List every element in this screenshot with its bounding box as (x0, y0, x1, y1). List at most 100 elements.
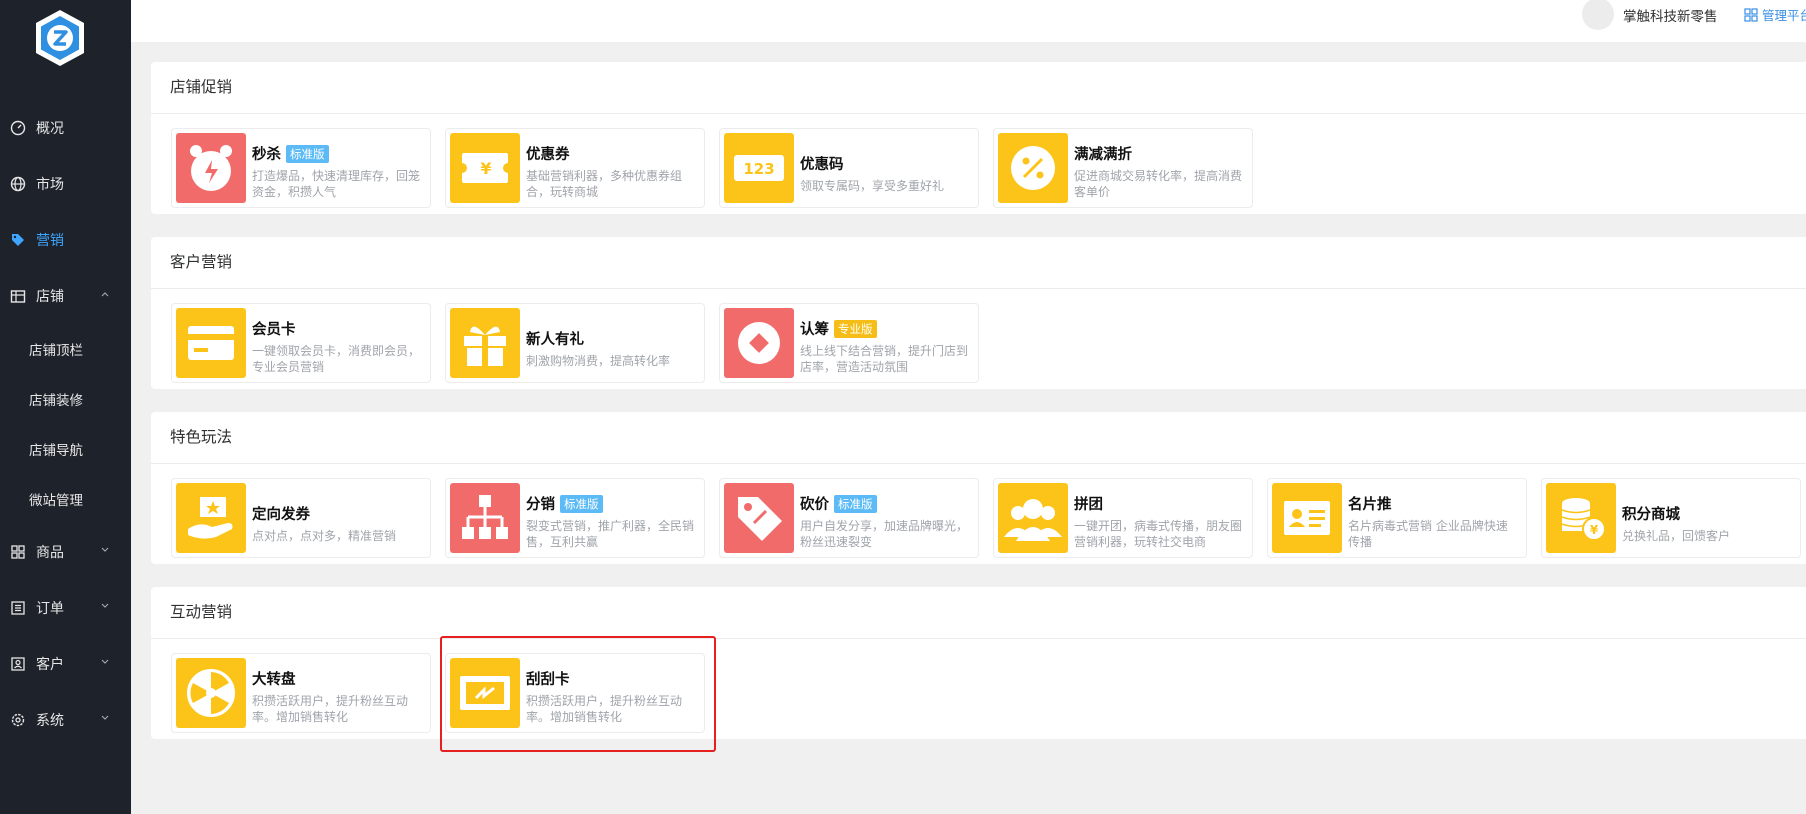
price-tag-icon (724, 483, 794, 553)
section-title: 店铺促销 (151, 62, 1806, 114)
sidebar-item-label: 订单 (36, 601, 64, 617)
card-title: 秒杀 (252, 147, 281, 163)
code-123-icon: 123 (724, 133, 794, 203)
card-business-card-push[interactable]: 名片推 名片病毒式营销 企业品牌快速传播 (1267, 478, 1527, 558)
section-featured-play: 特色玩法 定向发券 点对点，点对多，精准营销 分销 标准版 裂变式营销，推广利器，… (151, 412, 1806, 564)
card-title: 优惠码 (800, 157, 844, 173)
card-title: 满减满折 (1074, 147, 1132, 163)
svg-text:¥: ¥ (1590, 523, 1599, 537)
group-icon (998, 483, 1068, 553)
globe-icon (10, 176, 26, 192)
coupon-icon: ¥ (450, 133, 520, 203)
card-description: 基础营销利器，多种优惠券组合，玩转商城 (526, 169, 683, 199)
user-icon (11, 657, 25, 671)
card-promo-code[interactable]: 123 优惠码 领取专属码，享受多重好礼 (719, 128, 979, 208)
sidebar-item-label: 客户 (36, 657, 64, 673)
grid-icon (11, 545, 25, 559)
card-member-card[interactable]: 会员卡 一键领取会员卡，消费即会员，专业会员营销 (171, 303, 431, 383)
sidebar-subitem-store-decoration[interactable]: 店铺装修 (0, 374, 131, 424)
card-description: 线上线下结合营销，提升门店到店率，营造活动氛围 (800, 344, 969, 374)
card-group-buy[interactable]: 拼团 一键开团，病毒式传播，朋友圈营销利器，玩转社交电商 (993, 478, 1253, 558)
card-description: 名片病毒式营销 企业品牌快速传播 (1348, 519, 1508, 549)
section-title: 特色玩法 (151, 412, 1806, 464)
chevron-up-icon (101, 292, 109, 297)
section-customer-marketing: 客户营销 会员卡 一键领取会员卡，消费即会员，专业会员营销 新人有礼 刺激购物消… (151, 237, 1806, 389)
member-card-icon (176, 308, 246, 378)
card-title: 名片推 (1348, 497, 1392, 513)
card-title: 分销 (526, 497, 555, 513)
diamond-coin-icon (724, 308, 794, 378)
card-description: 用户自发分享，加速品牌曝光，粉丝迅速裂变 (800, 519, 969, 549)
card-distribution[interactable]: 分销 标准版 裂变式营销，推广利器，全民销售，互利共赢 (445, 478, 705, 558)
card-targeted-coupon[interactable]: 定向发券 点对点，点对多，精准营销 (171, 478, 431, 558)
chevron-down-icon (101, 715, 109, 720)
card-title: 会员卡 (252, 322, 296, 338)
section-title: 互动营销 (151, 587, 1806, 639)
top-bar (131, 0, 1806, 42)
admin-platform-link[interactable]: 管理平台 (1744, 5, 1806, 24)
card-description: 积攒活跃用户，提升粉丝互动率。增加销售转化 (526, 694, 683, 724)
sidebar-item-products[interactable]: 商品 (0, 524, 131, 580)
store-icon (10, 290, 26, 303)
chevron-down-icon (101, 603, 109, 608)
sidebar-item-orders[interactable]: 订单 (0, 580, 131, 636)
card-description: 点对点，点对多，精准营销 (252, 529, 397, 543)
svg-text:¥: ¥ (480, 159, 491, 178)
card-title: 定向发券 (252, 507, 310, 523)
card-title: 刮刮卡 (526, 672, 570, 688)
sidebar-item-store[interactable]: 店铺 (0, 268, 131, 324)
card-title: 积分商城 (1622, 507, 1680, 523)
sidebar-item-system[interactable]: 系统 (0, 692, 131, 748)
card-coupon[interactable]: ¥ 优惠券 基础营销利器，多种优惠券组合，玩转商城 (445, 128, 705, 208)
sidebar-item-marketing[interactable]: 营销 (0, 212, 131, 268)
card-description: 积攒活跃用户，提升粉丝互动率。增加销售转化 (252, 694, 409, 724)
card-title: 大转盘 (252, 672, 296, 688)
card-description: 一键开团，病毒式传播，朋友圈营销利器，玩转社交电商 (1074, 519, 1243, 549)
card-big-wheel[interactable]: 大转盘 积攒活跃用户，提升粉丝互动率。增加销售转化 (171, 653, 431, 733)
alarm-clock-icon (176, 133, 246, 203)
coins-icon: ¥ (1546, 483, 1616, 553)
scratch-card-icon (450, 658, 520, 728)
edition-badge: 标准版 (286, 144, 329, 163)
company-name[interactable]: 掌触科技新零售 (1623, 5, 1718, 25)
card-scratch-card[interactable]: 刮刮卡 积攒活跃用户，提升粉丝互动率。增加销售转化 (445, 653, 705, 733)
tag-icon (12, 234, 24, 246)
sidebar-item-market[interactable]: 市场 (0, 156, 131, 212)
sidebar-subitem-store-navigation[interactable]: 店铺导航 (0, 424, 131, 474)
sidebar-item-label: 系统 (36, 713, 64, 729)
sidebar-subitem-store-topbar[interactable]: 店铺顶栏 (0, 324, 131, 374)
percent-badge-icon (998, 133, 1068, 203)
gear-icon (11, 713, 25, 727)
sidebar-item-label: 营销 (36, 233, 64, 249)
sidebar-subitem-microsite[interactable]: 微站管理 (0, 474, 131, 524)
card-bargain[interactable]: 砍价 标准版 用户自发分享，加速品牌曝光，粉丝迅速裂变 (719, 478, 979, 558)
card-title: 砍价 (800, 497, 829, 513)
admin-platform-label: 管理平台 (1762, 8, 1806, 23)
card-description: 促进商城交易转化率，提高消费客单价 (1074, 169, 1243, 199)
list-icon (11, 601, 25, 615)
sidebar-item-customers[interactable]: 客户 (0, 636, 131, 692)
section-interactive-marketing: 互动营销 大转盘 积攒活跃用户，提升粉丝互动率。增加销售转化 刮刮卡 积攒活跃用… (151, 587, 1806, 739)
card-title: 认筹 (800, 322, 829, 338)
card-title: 优惠券 (526, 147, 570, 163)
sidebar-item-label: 商品 (36, 545, 64, 561)
chevron-down-icon (101, 547, 109, 552)
sidebar-item-label: 市场 (36, 177, 64, 193)
card-description: 兑换礼品，回馈客户 (1622, 529, 1731, 543)
card-title: 新人有礼 (526, 332, 584, 348)
dashboard-icon (10, 120, 26, 136)
sidebar-nav: 概况 市场 营销 店铺 店铺顶栏 店铺装修 店铺导航 微站管理 商品 订单 客户… (0, 100, 131, 748)
card-subscription[interactable]: 认筹 专业版 线上线下结合营销，提升门店到店率，营造活动氛围 (719, 303, 979, 383)
card-newcomer-gift[interactable]: 新人有礼 刺激购物消费，提高转化率 (445, 303, 705, 383)
chevron-down-icon (101, 659, 109, 664)
card-flash-sale[interactable]: 秒杀 标准版 打造爆品，快速清理库存，回笼资金，积攒人气 (171, 128, 431, 208)
edition-badge: 标准版 (834, 494, 877, 513)
card-points-mall[interactable]: ¥ 积分商城 兑换礼品，回馈客户 (1541, 478, 1801, 558)
logo-icon[interactable] (34, 8, 86, 68)
sidebar-item-overview[interactable]: 概况 (0, 100, 131, 156)
card-full-reduction[interactable]: 满减满折 促进商城交易转化率，提高消费客单价 (993, 128, 1253, 208)
wheel-icon (176, 658, 246, 728)
sidebar: 概况 市场 营销 店铺 店铺顶栏 店铺装修 店铺导航 微站管理 商品 订单 客户… (0, 0, 131, 814)
card-description: 打造爆品，快速清理库存，回笼资金，积攒人气 (252, 169, 421, 199)
card-description: 刺激购物消费，提高转化率 (526, 354, 671, 368)
